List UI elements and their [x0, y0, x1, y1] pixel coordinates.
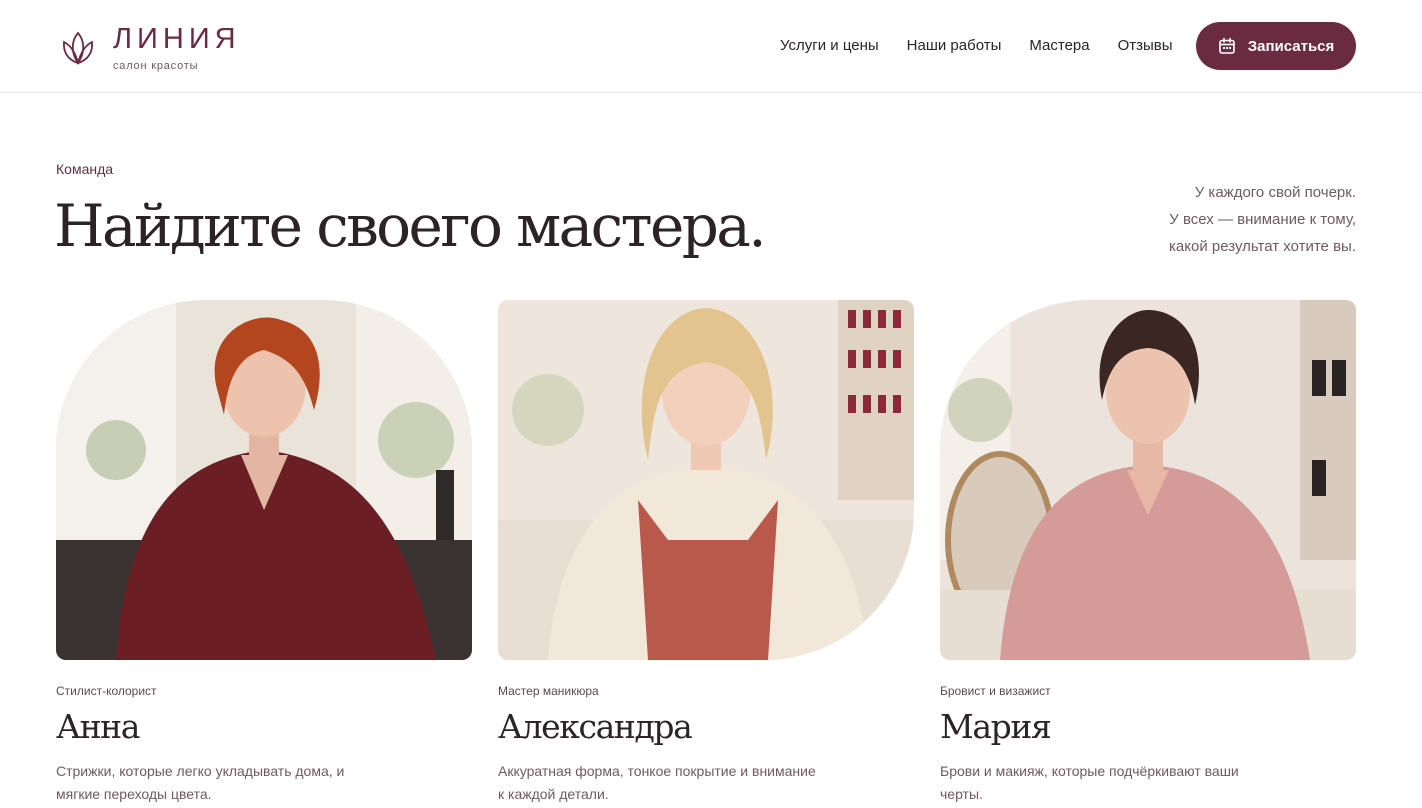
section-title: Найдите своего мастера.	[54, 192, 767, 260]
book-button[interactable]: Записаться	[1196, 22, 1356, 70]
master-photo	[940, 300, 1356, 660]
section-eyebrow: Команда	[56, 161, 114, 177]
master-name: Александра	[498, 707, 693, 746]
nav-services[interactable]: Услуги и цены	[780, 37, 879, 55]
master-photo	[498, 300, 914, 660]
master-card-alexandra[interactable]: Мастер маникюра Александра Аккуратная фо…	[498, 300, 914, 806]
book-button-label: Записаться	[1247, 37, 1335, 55]
brand-subtitle: салон красоты	[113, 60, 199, 72]
master-role: Мастер маникюра	[498, 684, 599, 698]
tagline-line: У всех — внимание к тому,	[1169, 211, 1356, 228]
calendar-icon	[1218, 37, 1235, 54]
site-header: ЛИНИЯ салон красоты Услуги и цены Наши р…	[0, 0, 1422, 93]
section-tagline: У каждого свой почерк. У всех — внимание…	[1169, 179, 1356, 260]
tagline-line: У каждого свой почерк.	[1194, 184, 1356, 201]
lotus-logo-icon	[63, 31, 93, 65]
master-card-maria[interactable]: Бровист и визажист Мария Брови и макияж,…	[940, 300, 1356, 806]
master-description: Аккуратная форма, тонкое покрытие и вним…	[498, 763, 816, 802]
nav-works[interactable]: Наши работы	[907, 37, 1002, 55]
master-name: Анна	[56, 707, 140, 746]
master-description: Брови и макияж, которые подчёркивают ваш…	[940, 763, 1239, 802]
logo[interactable]: ЛИНИЯ салон красоты	[60, 24, 241, 72]
master-description: Стрижки, которые легко укладывать дома, …	[56, 763, 345, 802]
master-role: Бровист и визажист	[940, 684, 1051, 698]
master-photo	[56, 300, 472, 660]
master-name: Мария	[940, 707, 1052, 746]
tagline-line: какой результат хотите вы.	[1169, 238, 1356, 255]
master-card-anna[interactable]: Стилист-колорист Анна Стрижки, которые л…	[56, 300, 472, 806]
brand-name: ЛИНИЯ	[113, 23, 241, 55]
master-role: Стилист-колорист	[56, 684, 157, 698]
nav-reviews[interactable]: Отзывы	[1118, 37, 1173, 55]
nav-masters[interactable]: Мастера	[1029, 37, 1089, 55]
main-nav: Услуги и цены Наши работы Мастера Отзывы	[780, 37, 1201, 55]
